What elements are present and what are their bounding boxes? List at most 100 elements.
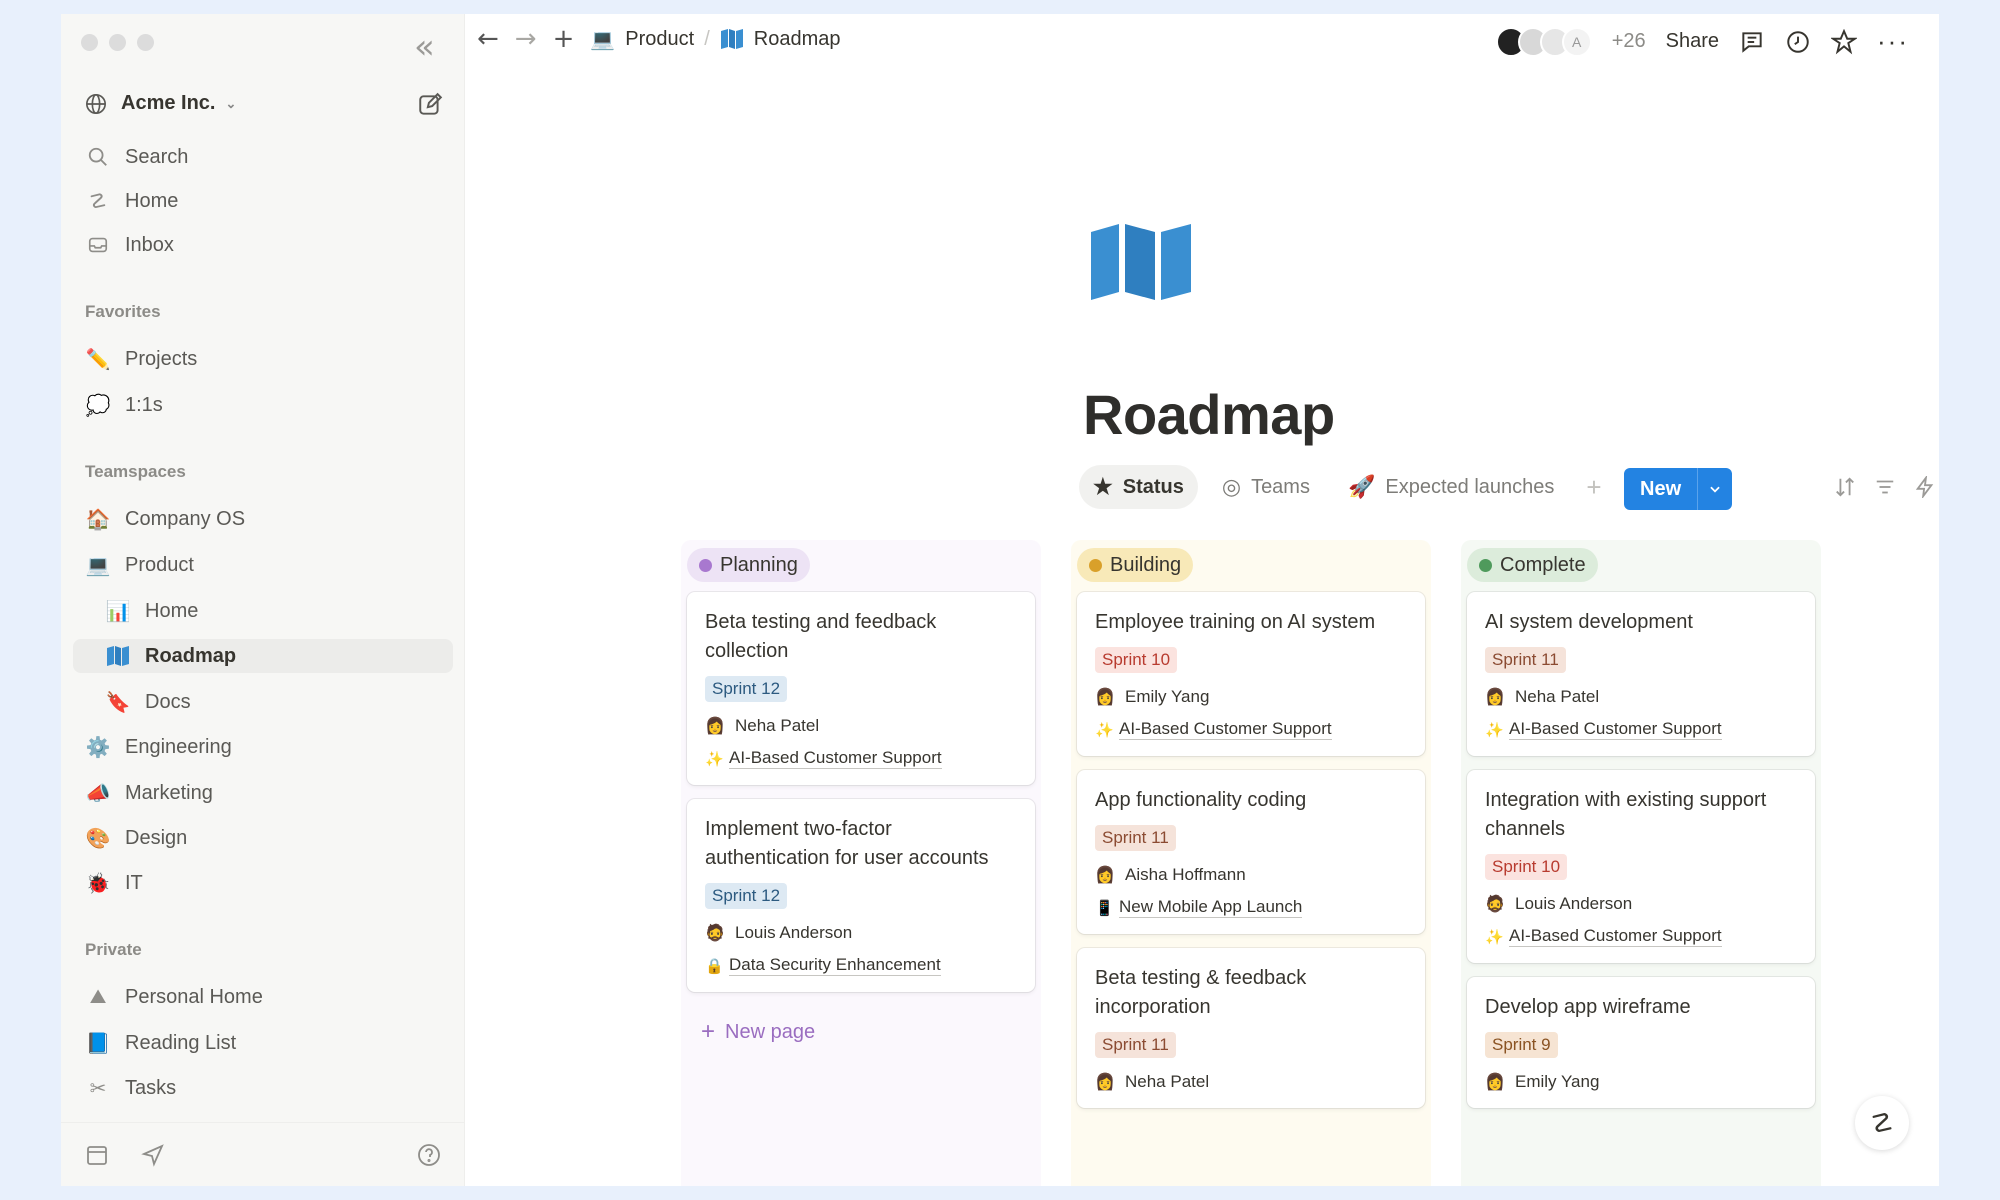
sidebar-item-marketing[interactable]: 📣 Marketing [85,776,213,810]
sidebar-item-engineering[interactable]: ⚙️ Engineering [85,730,232,764]
tab-status[interactable]: ★ Status [1079,465,1198,509]
new-page-icon[interactable] [417,92,443,118]
megaphone-icon: 📣 [85,782,111,805]
assignee-name: Neha Patel [1125,1072,1210,1091]
new-button[interactable]: New [1624,468,1699,510]
sidebar-item-inbox[interactable]: Inbox [85,228,174,262]
map-icon [105,645,131,667]
board-card[interactable]: Integration with existing support channe… [1467,770,1815,963]
sidebar-item-label: 1:1s [125,393,163,416]
assignee-name: Neha Patel [735,716,820,735]
sidebar-item-label: Company OS [125,507,246,530]
card-assignee: 🧔 Louis Anderson [1485,894,1797,914]
project-link: AI-Based Customer Support [1509,719,1722,740]
page-title[interactable]: Roadmap [1083,382,1335,447]
avatar: 🧔 [705,925,725,942]
sprint-tag: Sprint 11 [1095,1032,1176,1058]
card-project[interactable]: ✨ AI-Based Customer Support [705,748,1017,769]
column-title: Planning [720,553,798,576]
chevron-down-icon[interactable] [1698,468,1732,510]
board-card[interactable]: Beta testing and feedback collection Spr… [687,592,1035,785]
card-title: Develop app wireframe [1485,996,1691,1018]
sidebar-item-search[interactable]: Search [85,140,188,174]
sidebar-item-home[interactable]: ☡ Home [85,184,178,218]
workspace-switcher[interactable]: Acme Inc. ⌄ [85,92,236,115]
status-dot [699,558,712,572]
sidebar-item-1-1s[interactable]: 💭 1:1s [85,388,163,422]
board-card[interactable]: Develop app wireframe Sprint 9 👩 Emily Ya… [1467,977,1815,1108]
board-card[interactable]: Beta testing & feedback incorporation Sp… [1077,948,1425,1108]
sidebar-item-label: Tasks [125,1076,177,1099]
sidebar-item-product[interactable]: 💻 Product [85,548,194,582]
app-window: « Acme Inc. ⌄ Search ☡ Home Inbox Favori… [61,14,1939,1186]
scissors-icon: ✂ [89,1077,107,1100]
assignee-name: Emily Yang [1515,1072,1600,1091]
sprint-tag: Sprint 11 [1095,825,1176,851]
calendar-icon[interactable] [85,1143,109,1167]
collapse-sidebar-icon[interactable]: « [414,30,435,64]
laptop-icon: 💻 [85,554,111,577]
sidebar-item-it[interactable]: 🐞 IT [85,866,143,900]
card-project[interactable]: ✨ AI-Based Customer Support [1485,719,1797,740]
board-card[interactable]: App functionality coding Sprint 11 👩 Aish… [1077,770,1425,934]
project-link: AI-Based Customer Support [1509,926,1722,947]
card-project[interactable]: ✨ AI-Based Customer Support [1095,719,1407,740]
mountain-icon: ⛰ [89,985,107,1008]
send-icon[interactable] [141,1143,165,1167]
sidebar-item-tasks[interactable]: ✂ Tasks [85,1071,177,1105]
sidebar-item-roadmap[interactable]: Roadmap [73,639,453,673]
sort-icon[interactable] [1834,476,1856,498]
globe-icon [86,93,106,114]
sprint-tag: Sprint 10 [1485,854,1568,880]
sidebar-item-projects[interactable]: ✏️ Projects [85,342,198,376]
filter-icon[interactable] [1874,476,1896,498]
sparkle-icon: ✨ [705,750,724,768]
sprint-tag: Sprint 9 [1485,1032,1558,1058]
board-card[interactable]: AI system development Sprint 11 👩 Neha Pa… [1467,592,1815,756]
assignee-name: Neha Patel [1515,687,1600,706]
column-header[interactable]: Building [1077,548,1194,582]
tab-teams[interactable]: ◎ Teams [1208,465,1324,509]
sidebar-item-label: Search [125,145,189,168]
lightning-icon[interactable] [1914,476,1936,498]
card-project[interactable]: ✨ AI-Based Customer Support [1485,926,1797,947]
tab-expected-launches[interactable]: 🚀 Expected launches [1334,465,1568,509]
close-window-button[interactable] [81,34,98,51]
board-card[interactable]: Implement two-factor authentication for … [687,799,1035,992]
view-tabs: ★ Status ◎ Teams 🚀 Expected launches + [1079,465,1602,509]
sidebar-item-label: Docs [145,690,191,713]
sidebar-item-label: Personal Home [125,985,263,1008]
chevron-down-icon: ⌄ [225,95,237,111]
column-header[interactable]: Complete [1467,548,1598,582]
sidebar-item-design[interactable]: 🎨 Design [85,821,188,855]
tab-label: Teams [1251,475,1310,498]
project-link: Data Security Enhancement [729,955,941,976]
card-title: App functionality coding [1095,789,1307,811]
sprint-tag: Sprint 10 [1095,647,1178,673]
minimize-window-button[interactable] [109,34,126,51]
board-card[interactable]: Employee training on AI system Sprint 10… [1077,592,1425,756]
card-assignee: 👩 Neha Patel [1095,1072,1407,1092]
maximize-window-button[interactable] [137,34,154,51]
sidebar-item-product-home[interactable]: 📊 Home [105,594,199,628]
map-icon[interactable] [1089,224,1193,300]
sidebar-item-docs[interactable]: 🔖 Docs [105,685,191,719]
sidebar-item-reading-list[interactable]: 📘 Reading List [85,1026,237,1060]
card-project[interactable]: 📱 New Mobile App Launch [1095,897,1407,918]
sidebar-item-personal-home[interactable]: ⛰ Personal Home [85,980,263,1014]
sidebar-item-company-os[interactable]: 🏠 Company OS [85,502,246,536]
new-page-button[interactable]: + New page [687,1006,1035,1058]
column-header[interactable]: Planning [687,548,810,582]
assignee-name: Emily Yang [1125,687,1210,706]
card-project[interactable]: 🔒 Data Security Enhancement [705,955,1017,976]
add-view-icon[interactable]: + [1586,472,1601,503]
card-title: Beta testing and feedback collection [705,611,937,662]
card-title: AI system development [1485,611,1693,633]
sidebar-item-label: Engineering [125,735,232,758]
sparkle-icon: ✨ [1095,721,1114,739]
plus-icon: + [701,1018,716,1045]
project-link: AI-Based Customer Support [1119,719,1332,740]
card-assignee: 👩 Emily Yang [1095,687,1407,707]
help-icon[interactable] [417,1143,441,1167]
ai-assistant-button[interactable]: ☡ [1855,1096,1909,1150]
